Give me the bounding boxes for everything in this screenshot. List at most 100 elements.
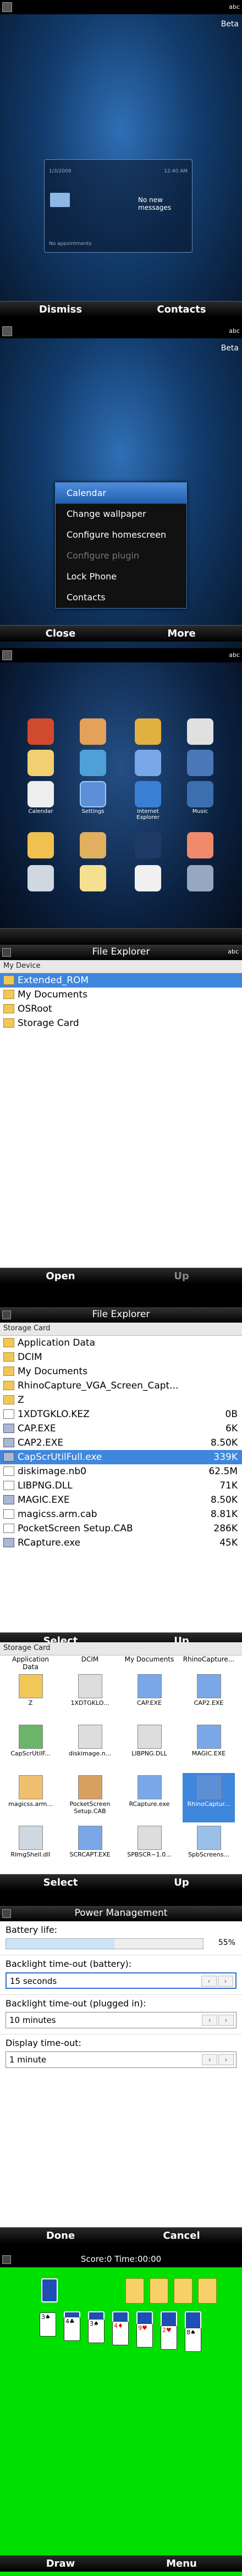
calendar-icon[interactable] xyxy=(28,781,54,807)
file-thumb[interactable]: CapScrUtilF... xyxy=(4,1722,57,1772)
file-thumb[interactable]: LIBPNG.DLL xyxy=(123,1722,175,1772)
phone-icon[interactable] xyxy=(135,750,161,776)
settings-icon[interactable] xyxy=(80,781,106,807)
file-thumb[interactable]: SPBSCR~1.0... xyxy=(123,1824,175,1873)
games-icon[interactable] xyxy=(28,865,54,891)
task-manager-icon[interactable] xyxy=(187,865,213,891)
list-item[interactable]: RhinoCapture_VGA_Screen_Capt... xyxy=(0,1379,242,1393)
foundation-3[interactable] xyxy=(174,2278,193,2304)
contacts-icon[interactable] xyxy=(80,718,106,745)
foundation-1[interactable] xyxy=(125,2278,144,2304)
list-item[interactable]: MAGIC.EXE 8.50K xyxy=(0,1493,242,1507)
file-thumb[interactable]: Z xyxy=(4,1672,57,1721)
backlight-plugged-select[interactable]: 10 minutes ‹ › xyxy=(6,2012,237,2028)
file-thumb[interactable]: diskimage.n... xyxy=(64,1722,116,1772)
file-thumb[interactable]: MAGIC.EXE xyxy=(183,1722,235,1772)
messaging-icon[interactable] xyxy=(28,750,54,776)
list-item[interactable]: My Documents xyxy=(0,1364,242,1379)
dismiss-button[interactable]: Dismiss xyxy=(0,304,121,315)
tasks-icon[interactable] xyxy=(187,832,213,858)
foundation-2[interactable] xyxy=(150,2278,168,2304)
menu-item-change-wallpaper[interactable]: Change wallpaper xyxy=(56,504,186,525)
file-thumb[interactable]: CAP2.EXE xyxy=(183,1672,235,1721)
file-thumb[interactable]: RImgShell.dll xyxy=(4,1824,57,1873)
file-thumb[interactable]: CAP.EXE xyxy=(123,1672,175,1721)
internet-explorer-icon[interactable] xyxy=(135,781,161,807)
screen-icon[interactable] xyxy=(187,750,213,776)
file-thumb[interactable]: 1XDTGKLO... xyxy=(64,1672,116,1721)
file-thumb[interactable]: RhinoCaptur... xyxy=(183,1773,235,1822)
file-thumb[interactable]: SpbScreens... xyxy=(183,1824,235,1873)
done-button[interactable]: Done xyxy=(0,2230,121,2242)
tableau-card[interactable]: 8♠ xyxy=(185,2328,201,2352)
folder-thumb[interactable]: My Documents xyxy=(123,1655,175,1672)
tableau-card[interactable]: 3♠ xyxy=(40,2312,56,2337)
chevron-right-icon[interactable]: › xyxy=(218,2015,234,2026)
document-icon[interactable] xyxy=(135,865,161,891)
today-card[interactable]: 1/3/2009 12:40 AM No new messages No app… xyxy=(44,159,193,253)
folder-thumb[interactable]: Application Data xyxy=(4,1655,57,1672)
menu-item-contacts[interactable]: Contacts xyxy=(56,587,186,608)
list-item[interactable]: RCapture.exe 45K xyxy=(0,1536,242,1550)
menu-item-calendar[interactable]: Calendar xyxy=(56,483,186,504)
chevron-left-icon[interactable]: ‹ xyxy=(201,1976,217,1987)
clock-icon[interactable] xyxy=(187,718,213,745)
home-icon[interactable] xyxy=(28,718,54,745)
list-item[interactable]: My Documents xyxy=(0,988,242,1002)
tableau-card[interactable]: 3♠ xyxy=(88,2319,105,2343)
list-item[interactable]: Extended_ROM xyxy=(0,973,242,988)
foundation-4[interactable] xyxy=(198,2278,217,2304)
chevron-right-icon[interactable]: › xyxy=(218,1976,233,1987)
media-icon[interactable] xyxy=(135,832,161,858)
cancel-button[interactable]: Cancel xyxy=(121,2230,242,2242)
close-button[interactable]: Close xyxy=(0,628,121,639)
list-item[interactable]: LIBPNG.DLL 71K xyxy=(0,1479,242,1493)
explorer-icon[interactable] xyxy=(80,865,106,891)
select-button[interactable]: Select xyxy=(0,1635,121,1642)
contacts-button[interactable]: Contacts xyxy=(121,304,242,315)
tableau-card[interactable]: 9♥ xyxy=(136,2323,153,2348)
file-thumb[interactable]: PocketScreen Setup.CAB xyxy=(64,1773,116,1822)
list-item[interactable]: CapScrUtilFull.exe 339K xyxy=(0,1450,242,1464)
music-icon[interactable] xyxy=(187,781,213,807)
file-thumb[interactable]: RCapture.exe xyxy=(123,1773,175,1822)
menu-item-configure-homescreen[interactable]: Configure homescreen xyxy=(56,525,186,545)
select-button[interactable]: Select xyxy=(0,1877,121,1888)
tableau-card[interactable]: 4♣ xyxy=(64,2317,80,2341)
up-button[interactable]: Up xyxy=(121,1877,242,1888)
list-item[interactable]: Application Data xyxy=(0,1336,242,1350)
list-item[interactable]: diskimage.nb0 62.5M xyxy=(0,1464,242,1479)
chevron-right-icon[interactable]: › xyxy=(218,2054,234,2065)
list-item[interactable]: PocketScreen Setup.CAB 286K xyxy=(0,1521,242,1536)
tableau-card[interactable]: 4♦ xyxy=(112,2321,129,2345)
display-timeout-select[interactable]: 1 minute ‹ › xyxy=(6,2051,237,2068)
draw-button[interactable]: Draw xyxy=(0,2558,121,2569)
folder-icon[interactable] xyxy=(28,832,54,858)
compass-icon[interactable] xyxy=(135,718,161,745)
list-item[interactable]: OSRoot xyxy=(0,1002,242,1016)
chevron-left-icon[interactable]: ‹ xyxy=(202,2054,217,2065)
menu-button[interactable]: Menu xyxy=(121,2558,242,2569)
more-button[interactable]: More xyxy=(121,628,242,639)
list-item[interactable]: CAP.EXE 6K xyxy=(0,1421,242,1436)
deck-pile[interactable] xyxy=(41,2278,58,2302)
folder-thumb[interactable]: RhinoCapture... xyxy=(183,1655,235,1672)
tableau-card[interactable]: 2♥ xyxy=(161,2326,177,2350)
list-item[interactable]: magicss.arm.cab 8.81K xyxy=(0,1507,242,1521)
notes-icon[interactable] xyxy=(80,832,106,858)
file-thumb[interactable]: magicss.arm... xyxy=(4,1773,57,1822)
list-item[interactable]: Z xyxy=(0,1393,242,1407)
file-thumb[interactable]: SCRCAPT.EXE xyxy=(64,1824,116,1873)
open-button[interactable]: Open xyxy=(0,1270,121,1282)
connectivity-icon[interactable] xyxy=(80,750,106,776)
menu-item-lock-phone[interactable]: Lock Phone xyxy=(56,566,186,587)
list-item[interactable]: 1XDTGKLO.KEZ 0B xyxy=(0,1407,242,1421)
chevron-left-icon[interactable]: ‹ xyxy=(202,2015,217,2026)
backlight-battery-select[interactable]: 15 seconds ‹ › xyxy=(6,1972,237,1989)
list-item[interactable]: DCIM xyxy=(0,1350,242,1364)
up-button[interactable]: Up xyxy=(121,1635,242,1642)
folder-thumb[interactable]: DCIM xyxy=(64,1655,116,1672)
up-button[interactable]: Up xyxy=(121,1270,242,1282)
list-item[interactable]: Storage Card xyxy=(0,1016,242,1030)
list-item[interactable]: CAP2.EXE 8.50K xyxy=(0,1436,242,1450)
